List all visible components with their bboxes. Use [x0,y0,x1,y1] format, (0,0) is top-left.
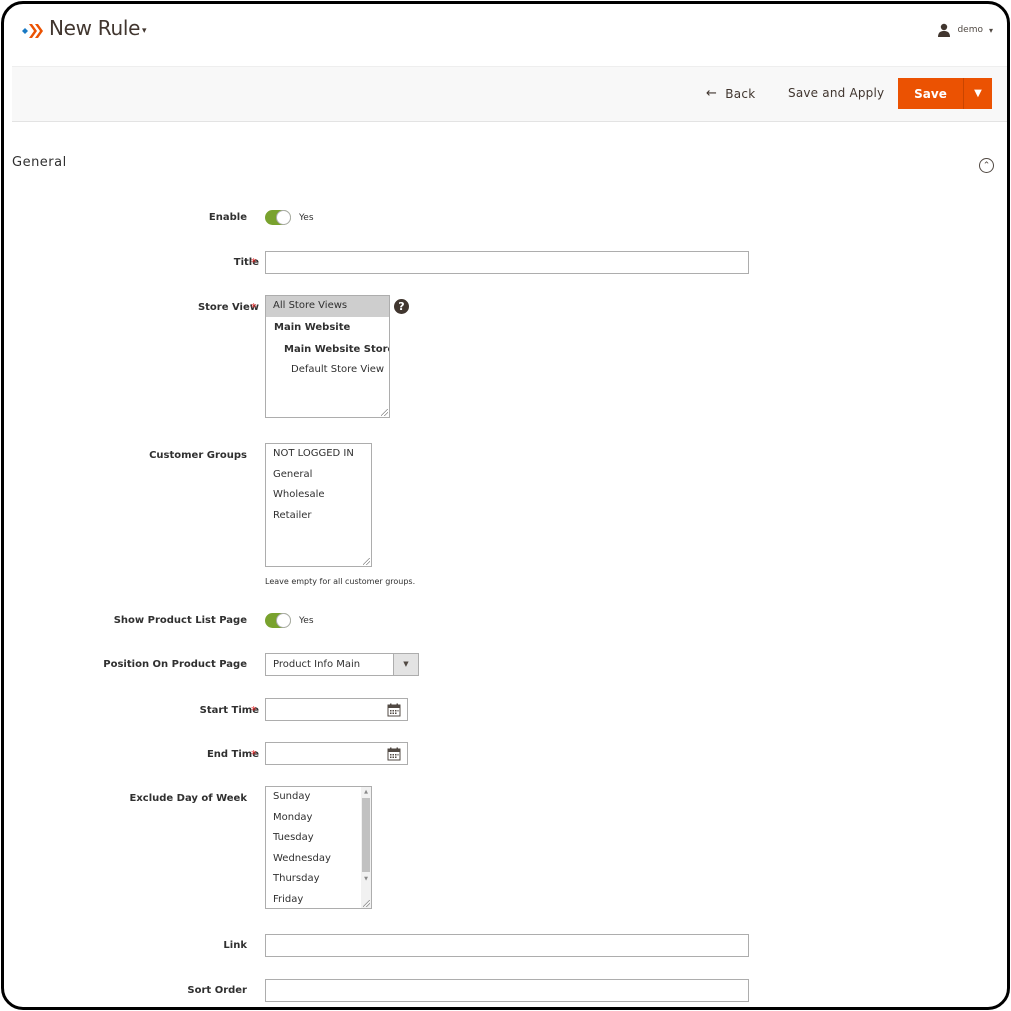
required-indicator: * [251,704,257,717]
user-caret-icon: ▾ [988,25,993,35]
customer-groups-multiselect[interactable]: NOT LOGGED IN General Wholesale Retailer [265,443,372,567]
store-view-multiselect[interactable]: All Store Views Main Website Main Websit… [265,295,390,418]
day-option[interactable]: Sunday [266,787,371,808]
page-title: New Rule [49,16,141,40]
save-split-button: Save ▼ [898,78,992,109]
page-header: New Rule ▾ demo ▾ [4,4,1007,64]
customer-group-option[interactable]: NOT LOGGED IN [266,444,371,465]
customer-group-option[interactable]: General [266,465,371,486]
day-option[interactable]: Wednesday [266,849,371,870]
exclude-days-multiselect[interactable]: Sunday Monday Tuesday Wednesday Thursday… [265,786,372,909]
title-input[interactable] [265,251,749,274]
required-indicator: * [251,748,257,761]
logo-icon [22,24,43,38]
section-title-general[interactable]: General [12,155,67,170]
collapse-icon[interactable]: ⌃ [979,158,994,173]
start-time-input[interactable] [265,698,408,721]
store-view-option[interactable]: All Store Views [266,296,389,317]
store-view-option[interactable]: Default Store View [266,360,389,381]
link-input[interactable] [265,934,749,957]
calendar-icon[interactable] [387,747,401,761]
position-label: Position On Product Page [103,659,247,670]
position-select-value: Product Info Main [273,659,361,670]
sort-order-input[interactable] [265,979,749,1002]
required-indicator: * [251,256,257,269]
back-button[interactable]: ← Back [706,86,756,101]
store-view-label: Store View [197,302,259,313]
resize-handle[interactable] [363,558,370,565]
select-arrow-icon: ▼ [393,654,418,675]
resize-handle[interactable] [381,409,388,416]
customer-groups-label: Customer Groups [149,450,247,461]
page-actions-bar: ← Back Save and Apply Save ▼ [12,66,1007,122]
customer-groups-note: Leave empty for all customer groups. [265,577,416,586]
sort-order-label: Sort Order [187,985,247,996]
day-option[interactable]: Friday [266,890,371,909]
day-option[interactable]: Monday [266,808,371,829]
day-option[interactable]: Thursday [266,869,371,890]
day-option[interactable]: Tuesday [266,828,371,849]
scroll-down-icon[interactable]: ▼ [361,874,371,884]
link-label: Link [223,940,247,951]
show-product-list-label: Show Product List Page [113,615,247,626]
title-dropdown-icon[interactable]: ▾ [142,26,147,36]
save-and-apply-button[interactable]: Save and Apply [788,86,884,100]
calendar-icon[interactable] [387,703,401,717]
chevron-down-icon: ▼ [974,88,982,99]
chevron-down-icon: ▼ [403,660,409,668]
back-button-label: Back [725,86,756,101]
enable-toggle-value: Yes [299,213,314,223]
enable-toggle[interactable] [265,210,291,225]
show-product-list-toggle[interactable] [265,613,291,628]
help-icon[interactable]: ? [394,299,409,314]
resize-handle[interactable] [363,900,370,907]
enable-label: Enable [208,212,247,223]
back-arrow-icon: ← [706,86,718,101]
user-icon [938,23,951,37]
show-product-list-value: Yes [299,616,314,626]
user-name: demo [957,25,983,35]
store-view-option[interactable]: Main Website [266,317,389,339]
customer-group-option[interactable]: Wholesale [266,485,371,506]
save-button[interactable]: Save [898,78,964,109]
scroll-up-icon[interactable]: ▲ [361,787,371,797]
scrollbar[interactable]: ▲ ▼ [361,787,371,908]
scroll-thumb[interactable] [362,798,370,872]
store-view-option[interactable]: Main Website Store [266,339,389,360]
chevron-up-icon: ⌃ [982,160,991,171]
position-select[interactable]: Product Info Main ▼ [265,653,419,676]
user-menu[interactable]: demo ▾ [937,23,993,37]
customer-group-option[interactable]: Retailer [266,506,371,527]
save-options-toggle[interactable]: ▼ [964,78,992,109]
end-time-input[interactable] [265,742,408,765]
exclude-days-label: Exclude Day of Week [129,793,247,804]
required-indicator: * [251,301,257,314]
app-window: New Rule ▾ demo ▾ ← Back Save and Apply … [1,1,1010,1010]
